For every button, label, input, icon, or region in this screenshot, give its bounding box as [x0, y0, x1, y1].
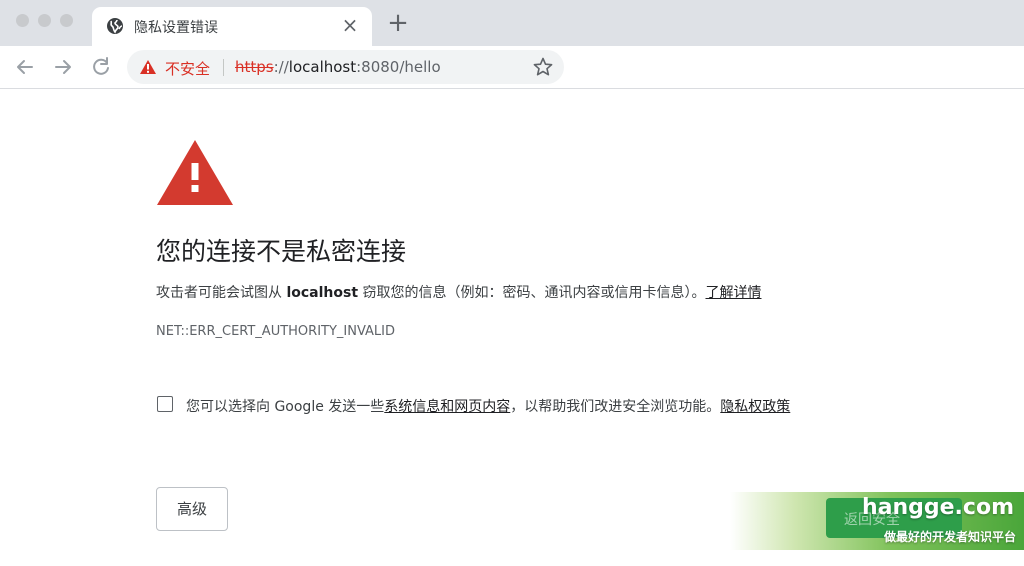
- watermark: 返回安全 hangge.com 做最好的开发者知识平台: [730, 492, 1024, 550]
- url-scheme: https: [235, 58, 274, 76]
- globe-icon: [107, 18, 123, 34]
- window-close-button[interactable]: [16, 14, 29, 27]
- error-description: 攻击者可能会试图从 localhost 窃取您的信息（例如：密码、通讯内容或信用…: [156, 282, 761, 302]
- url-host: localhost: [288, 58, 357, 76]
- learn-more-link[interactable]: 了解详情: [705, 285, 761, 301]
- error-code: NET::ERR_CERT_AUTHORITY_INVALID: [156, 324, 396, 339]
- tab-strip: 隐私设置错误 × +: [0, 0, 1024, 46]
- system-info-link[interactable]: 系统信息和网页内容: [384, 399, 510, 415]
- safe-browsing-optin-checkbox[interactable]: [157, 396, 173, 412]
- star-icon[interactable]: [532, 56, 554, 78]
- watermark-tagline: 做最好的开发者知识平台: [883, 530, 1016, 544]
- desc-host: localhost: [286, 285, 359, 301]
- warning-triangle-icon: [157, 140, 233, 205]
- tab-title: 隐私设置错误: [134, 20, 218, 36]
- privacy-policy-link[interactable]: 隐私权政策: [720, 399, 790, 415]
- page-title: 您的连接不是私密连接: [156, 237, 407, 266]
- optin-middle: ，以帮助我们改进安全浏览功能。: [510, 399, 721, 415]
- omnibox-divider: [223, 59, 224, 76]
- active-tab[interactable]: 隐私设置错误 ×: [92, 7, 372, 46]
- optin-text: 您可以选择向 Google 发送一些系统信息和网页内容，以帮助我们改进安全浏览功…: [186, 396, 790, 416]
- arrow-left-icon[interactable]: [12, 54, 38, 80]
- advanced-button[interactable]: 高级: [156, 487, 228, 531]
- browser-toolbar: 不安全 https://localhost:8080/hello: [0, 46, 1024, 89]
- url-text[interactable]: https://localhost:8080/hello: [235, 58, 441, 76]
- url-path: :8080/hello: [356, 58, 441, 76]
- optin-prefix: 您可以选择向 Google 发送一些: [186, 399, 385, 415]
- desc-prefix: 攻击者可能会试图从: [156, 285, 287, 301]
- reload-icon[interactable]: [88, 54, 114, 80]
- not-secure-label[interactable]: 不安全: [165, 58, 210, 79]
- tab-close-icon[interactable]: ×: [338, 13, 362, 37]
- desc-suffix: 窃取您的信息（例如：密码、通讯内容或信用卡信息）。: [358, 285, 706, 301]
- arrow-right-icon[interactable]: [50, 54, 76, 80]
- window-minimize-button[interactable]: [38, 14, 51, 27]
- url-separator: ://: [273, 58, 289, 76]
- window-maximize-button[interactable]: [60, 14, 73, 27]
- new-tab-button[interactable]: +: [386, 10, 410, 36]
- address-bar[interactable]: 不安全 https://localhost:8080/hello: [127, 50, 564, 84]
- watermark-brand: hangge.com: [861, 495, 1014, 520]
- warning-triangle-icon[interactable]: [139, 59, 157, 75]
